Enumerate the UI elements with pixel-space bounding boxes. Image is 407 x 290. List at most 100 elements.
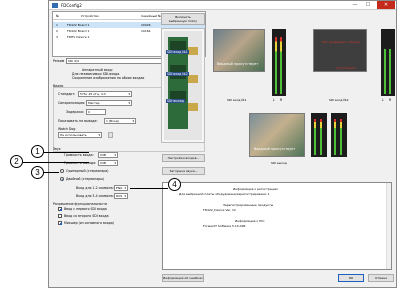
title-bar: FDConfig2 — ☐ ✕: [49, 1, 396, 10]
info-line: Для выбранной платы оборудована/зарегист…: [179, 192, 270, 196]
info-line: FD422_Device Ver. 12: [203, 208, 236, 212]
app-icon: [52, 3, 58, 8]
meter-bar-right: [340, 119, 342, 155]
standard-label: Стандарт:: [58, 92, 76, 96]
chevron-down-icon: ▾: [128, 92, 130, 96]
preview-sdiout-caption: SDI выход: [271, 161, 287, 165]
volume-in-label: Громкость входа:: [64, 153, 94, 157]
standard-select[interactable]: 576i, 25 кГц, 4:3 ▾: [78, 91, 132, 97]
info-scrollbar[interactable]: [386, 183, 391, 269]
single-radio-label: Одинарный (стереопара): [66, 169, 109, 173]
sync-select[interactable]: Мастер ▾: [86, 100, 132, 106]
chevron-down-icon: ▾: [124, 186, 126, 190]
preview-sdi2-caption: SDI вход №2: [329, 98, 349, 102]
row-number: 2: [56, 29, 58, 33]
show-output-label: Показывать на выходе:: [58, 119, 98, 123]
error-info-button[interactable]: Информация об ошибках...: [162, 274, 204, 282]
preview-sdi2-error: Нет входящего сигнала: [322, 40, 360, 44]
preview-sdi2-overlay: Отсутствует: [336, 66, 356, 70]
sound-mute-button[interactable]: Заглушка звука...: [162, 167, 205, 175]
preview-sdiout: Вводный присутствует: [249, 113, 305, 157]
show-output-select[interactable]: 1 (Вход) ▾: [104, 118, 136, 124]
info-line: ForwardT Software 5.10.096: [203, 224, 246, 228]
in2-select[interactable]: RUS ▾: [114, 193, 128, 199]
preview-sdiout-overlay: Вводный присутствует: [254, 147, 296, 151]
meter-sdi1-left-label: L: [273, 98, 275, 102]
watchdog-extra-button[interactable]: [108, 132, 113, 138]
info-textarea[interactable]: Информация о регистрации: Для выбранной …: [162, 182, 392, 270]
delay-input[interactable]: 0: [86, 109, 106, 115]
audio-meter-sdi1: [272, 29, 286, 96]
callout-1-leader: [44, 152, 89, 153]
watchdog-label: Watch Dog: [58, 127, 76, 131]
row-device: FD422 Board 1: [67, 29, 90, 33]
meter-bar-left: [334, 119, 336, 155]
chevron-down-icon: ▾: [114, 153, 116, 157]
switch-board-button[interactable]: Включить выбранную плату: [161, 13, 205, 25]
ok-button[interactable]: ОК: [338, 274, 364, 282]
chevron-down-icon: ▾: [124, 194, 126, 198]
mode-label: Режим: [53, 59, 65, 63]
fdconfig-window: FDConfig2 — ☐ ✕ № Устройство Серийный № …: [48, 0, 397, 288]
callout-1: 1: [31, 145, 44, 158]
sdi2-checkbox[interactable]: [58, 214, 62, 218]
row-device: FDHV Device 1: [67, 35, 90, 39]
col-number: №: [56, 14, 60, 18]
audio-meter-sdi2: [381, 29, 395, 96]
close-button[interactable]: ✕: [377, 1, 395, 9]
meter-sdi1-right-label: R: [280, 98, 283, 102]
sdi1-checkbox[interactable]: [58, 207, 62, 211]
meter-bar-left: [314, 119, 316, 155]
volume-in-select[interactable]: 0dB ▾: [98, 152, 118, 158]
cancel-button[interactable]: Отмена: [368, 274, 394, 282]
sdi1-checkbox-label: Ввод с первого SDI входа: [64, 207, 107, 211]
callout-4: 4: [168, 178, 181, 191]
delay-label: Задержка:: [66, 110, 85, 114]
in1-select[interactable]: ENG ▾: [114, 185, 128, 191]
row-serial: 10164: [141, 29, 151, 33]
input-settings-button[interactable]: Настройки входов...: [162, 154, 205, 162]
col-serial: Серийный №: [141, 14, 162, 18]
callout-2: 2: [10, 155, 23, 168]
preview-sdi1: Вводный присутствует: [213, 29, 265, 72]
info-line: Зарегистрированные продукты: [223, 203, 274, 207]
audio-meter-sdiout-a: [311, 113, 327, 157]
sync-label: Синхронизация:: [58, 101, 86, 105]
callout-2-leader: [23, 162, 89, 163]
meter-sdi2-left-label: L: [382, 98, 384, 102]
hw-description: Для независимых SDI-входа. Сохранение из…: [72, 72, 145, 80]
meter-sdi2-right-label: R: [389, 98, 392, 102]
minimize-button[interactable]: —: [349, 1, 361, 9]
meter-bar-right: [320, 119, 322, 155]
double-radio[interactable]: [60, 177, 64, 181]
volume-out-select[interactable]: 0dB ▾: [98, 160, 118, 166]
window-title: FDConfig2: [61, 3, 82, 8]
sdi2-checkbox-label: Ввод со второго SDI входа: [64, 214, 109, 218]
col-device: Устройство: [81, 14, 99, 18]
chevron-down-icon: ▾: [128, 101, 130, 105]
single-radio[interactable]: [60, 169, 64, 173]
callout-3: 3: [31, 166, 44, 179]
mixer-checkbox-label: Микшер (из основного входа): [64, 221, 115, 225]
sdi1-board-label: SDI вход №1: [166, 50, 189, 54]
sdi2-board-label: SDI вход №2: [166, 72, 189, 76]
func-group-label: Разрешение функциональности: [53, 202, 108, 206]
meter-bar-left: [275, 37, 277, 94]
callout-4-leader: [130, 188, 168, 189]
mixer-checkbox[interactable]: [58, 221, 62, 225]
audio-meter-sdiout-b: [331, 113, 347, 157]
meter-bar-right: [389, 49, 391, 94]
row-serial: 20026: [141, 23, 151, 27]
chevron-down-icon: ▾: [98, 133, 100, 137]
maximize-button[interactable]: ☐: [362, 1, 374, 9]
row-number: 1: [56, 23, 58, 27]
meter-bar-left: [384, 49, 386, 94]
chevron-down-icon: ▾: [114, 161, 116, 165]
sdiout-board-label: SDI выход: [166, 99, 185, 103]
callout-3-leader: [44, 172, 59, 173]
info-line: Информация о регистрации:: [233, 187, 279, 191]
watchdog-select[interactable]: Не использовать ▾: [58, 132, 102, 138]
info-line: Информация о ПО:: [235, 219, 265, 223]
in2-label: Вход для 3-4 символа:: [76, 194, 114, 198]
chevron-down-icon: ▾: [132, 119, 134, 123]
